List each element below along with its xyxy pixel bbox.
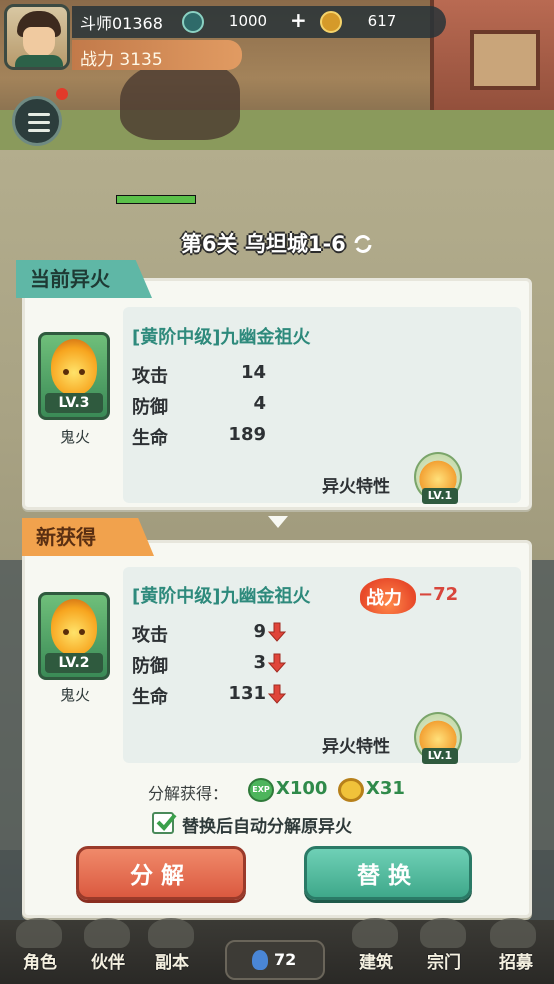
new-fire-name: [黄阶中级]九幽金祖火: [132, 586, 311, 607]
nav-role-icon: [16, 918, 62, 948]
menu-button[interactable]: [12, 96, 62, 146]
auto-decompose-checkbox[interactable]: [152, 812, 177, 834]
stage-title-text: 第6关 乌坦城1-6: [180, 232, 346, 256]
avatar-face: [23, 27, 55, 57]
new-fire-tab: 新获得: [22, 518, 154, 556]
fire-eye: [63, 629, 69, 635]
avatar-body: [15, 55, 63, 67]
enemy-hp-fill: [117, 196, 195, 203]
nav-recruit[interactable]: 招募: [486, 948, 546, 973]
current-stat-label-attack: 攻击: [132, 366, 168, 387]
current-fire-tab: 当前异火: [16, 260, 152, 298]
current-fire-name: [黄阶中级]九幽金祖火: [132, 327, 311, 348]
ring-reward-value: X31: [366, 778, 405, 799]
new-stat-value-defense: 3: [253, 652, 266, 673]
new-fire-level: LV.2: [45, 653, 103, 673]
nav-recruit-icon: [490, 918, 536, 948]
down-arrow-icon: [268, 622, 286, 642]
current-trait-label: 异火特性: [322, 477, 390, 497]
decompose-reward-label: 分解获得：: [148, 784, 229, 803]
new-stat-value-hp: 131: [228, 683, 266, 704]
down-arrow-icon: [268, 653, 286, 673]
player-avatar[interactable]: [4, 4, 70, 70]
player-name: 斗师01368: [80, 14, 163, 33]
refresh-icon[interactable]: [353, 235, 373, 253]
auto-decompose-option[interactable]: 替换后自动分解原异火: [152, 810, 392, 837]
fire-eye: [63, 369, 69, 375]
nav-partner-icon: [84, 918, 130, 948]
blue-fire-icon: [252, 950, 268, 970]
current-stat-value-attack: 14: [240, 362, 266, 383]
new-stat-label-hp: 生命: [132, 687, 168, 708]
enemy-monster: [120, 60, 240, 140]
check-icon: [156, 813, 177, 831]
power-change-value: −72: [418, 584, 459, 605]
nav-dungeon-icon: [148, 918, 194, 948]
fire-icon: [51, 599, 97, 655]
nav-partner[interactable]: 伙伴: [78, 948, 138, 973]
current-trait-level: LV.1: [422, 488, 458, 504]
auto-decompose-label: 替换后自动分解原异火: [182, 817, 352, 837]
compare-arrow-icon: [268, 516, 288, 528]
menu-icon: [28, 113, 50, 116]
new-trait-level: LV.1: [422, 748, 458, 764]
grass-strip: [0, 110, 554, 150]
nav-sect[interactable]: 宗门: [414, 948, 474, 973]
current-stat-label-hp: 生命: [132, 428, 168, 449]
replace-button[interactable]: 替换: [304, 846, 472, 900]
new-fire-type: 鬼火: [59, 686, 90, 704]
gem-amount: 1000: [228, 12, 268, 30]
exp-icon: EXP: [248, 778, 274, 802]
stage-title: 第6关 乌坦城1-6: [150, 228, 404, 258]
power-change: 战力 −72: [360, 578, 468, 614]
current-stat-label-defense: 防御: [132, 397, 168, 418]
ring-coin-icon: [338, 778, 364, 802]
nav-dungeon[interactable]: 副本: [142, 948, 202, 973]
nav-role[interactable]: 角色: [10, 948, 70, 973]
gem-icon: [182, 11, 204, 33]
notification-dot: [56, 88, 68, 100]
nav-building-icon: [352, 918, 398, 948]
nav-sect-icon: [420, 918, 466, 948]
fire-eye: [79, 629, 85, 635]
enemy-hp-bar: [116, 195, 196, 204]
new-stat-label-defense: 防御: [132, 656, 168, 677]
current-fire-card[interactable]: LV.3: [38, 332, 110, 420]
exp-reward-value: X100: [276, 778, 328, 799]
down-arrow-icon: [268, 684, 286, 704]
new-stat-value-attack: 9: [253, 621, 266, 642]
player-power: 战力 3135: [80, 50, 163, 70]
current-trait-icon[interactable]: LV.1: [414, 452, 462, 504]
power-change-label: 战力: [366, 588, 402, 609]
new-trait-label: 异火特性: [322, 737, 390, 757]
decompose-reward-row: 分解获得： EXP X100 X31: [148, 778, 418, 803]
fire-eye: [79, 369, 85, 375]
menu-icon-line: [28, 129, 50, 132]
nav-building[interactable]: 建筑: [346, 948, 406, 973]
plus-icon[interactable]: +: [290, 8, 307, 32]
current-stat-value-defense: 4: [253, 393, 266, 414]
coin-icon: [320, 11, 342, 33]
house-window: [470, 30, 540, 90]
menu-icon-line: [28, 121, 50, 124]
fire-icon: [51, 339, 97, 395]
new-fire-card[interactable]: LV.2: [38, 592, 110, 680]
coin-amount: 617: [367, 12, 397, 30]
center-fire-count: 72: [274, 950, 297, 969]
new-stat-label-attack: 攻击: [132, 625, 168, 646]
current-fire-level: LV.3: [45, 393, 103, 413]
current-fire-type: 鬼火: [59, 428, 90, 446]
current-stat-value-hp: 189: [228, 424, 266, 445]
decompose-button[interactable]: 分解: [76, 846, 246, 900]
new-trait-icon[interactable]: LV.1: [414, 712, 462, 764]
